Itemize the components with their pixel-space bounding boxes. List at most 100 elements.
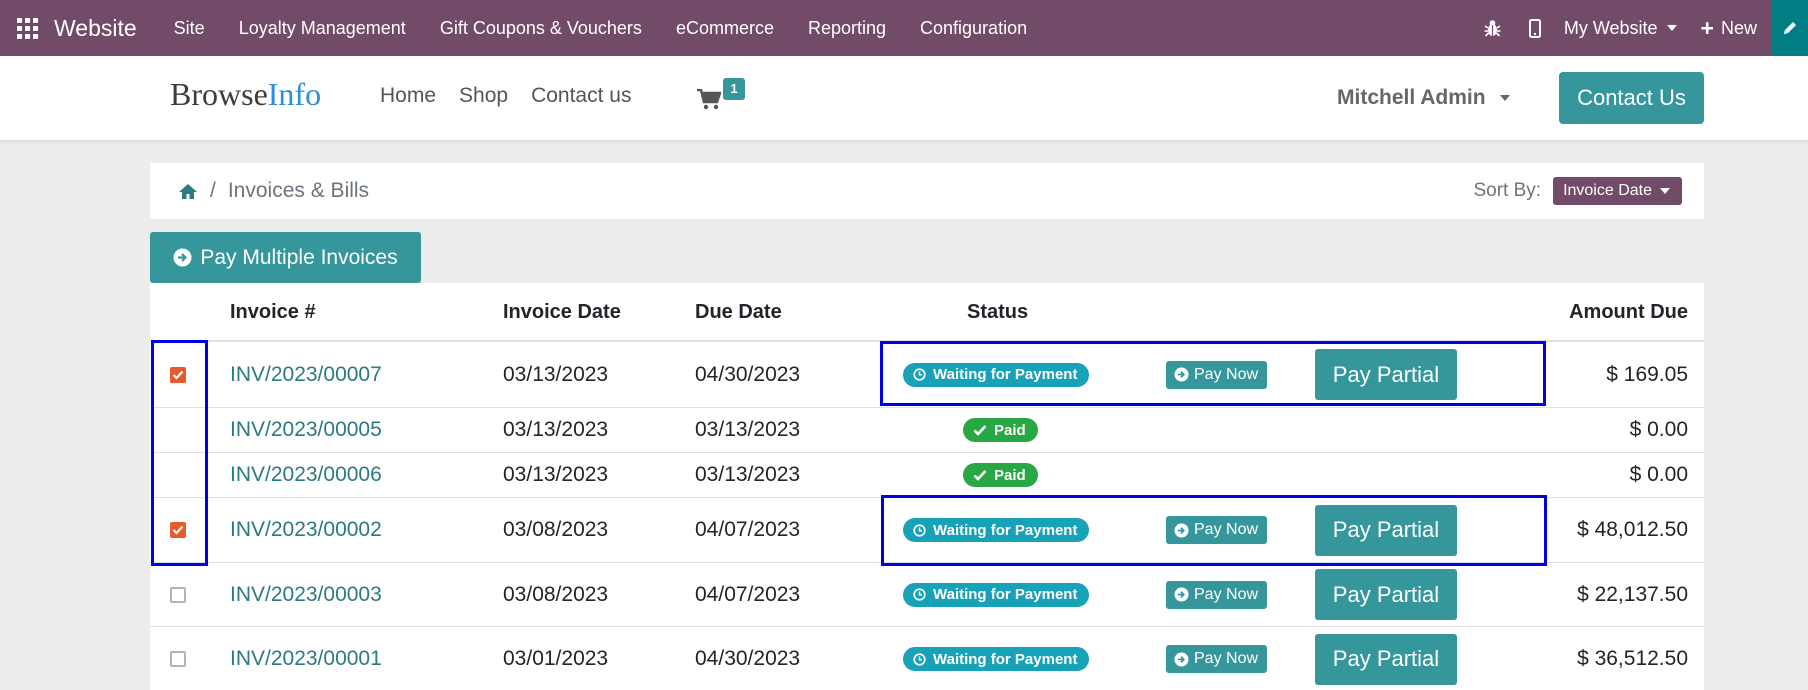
pay-partial-button[interactable]: Pay Partial (1315, 569, 1457, 620)
pay-partial-cell: Pay Partial (1315, 563, 1457, 626)
breadcrumb-current: Invoices & Bills (227, 179, 370, 202)
pay-now-cell: Pay Now (1166, 498, 1268, 562)
pay-now-button[interactable]: Pay Now (1166, 360, 1268, 389)
admin-navbar: Website Site Loyalty Management Gift Cou… (0, 0, 1808, 56)
clock-icon (913, 368, 926, 381)
table-row: INV/2023/00006 03/13/2023 03/13/2023 Paid $ … (150, 453, 1704, 498)
col-header-invoice-date[interactable]: Invoice Date (503, 283, 621, 341)
site-header: BrowseInfo Home Shop Contact us 1 Mitche… (0, 56, 1808, 140)
menu-item-configuration[interactable]: Configuration (903, 0, 1044, 56)
arrow-circle-right-icon (1174, 652, 1189, 667)
invoice-date: 03/13/2023 (503, 362, 609, 386)
row-checkbox[interactable] (170, 586, 186, 603)
col-header-due-date[interactable]: Due Date (695, 283, 782, 341)
due-date: 04/07/2023 (695, 518, 801, 541)
amount-due: $ 36,512.50 (1577, 647, 1688, 670)
col-header-invoice-number[interactable]: Invoice # (230, 283, 316, 341)
new-button[interactable]: + New (1695, 15, 1771, 42)
col-header-status[interactable]: Status (967, 283, 1028, 341)
bug-icon[interactable] (1472, 0, 1514, 56)
chevron-down-icon (1660, 188, 1670, 194)
table-row: INV/2023/00007 03/13/2023 04/30/2023 Waitin… (150, 342, 1704, 408)
admin-bar-right: My Website + New (1472, 0, 1808, 56)
table-row: INV/2023/00002 03/08/2023 04/07/2023 Waitin… (150, 498, 1704, 563)
admin-menu: Site Loyalty Management Gift Coupons & V… (157, 0, 1044, 56)
pay-now-button[interactable]: Pay Now (1166, 645, 1268, 673)
pay-partial-button[interactable]: Pay Partial (1315, 633, 1457, 685)
invoice-date: 03/13/2023 (503, 463, 609, 486)
apps-icon[interactable] (0, 0, 54, 56)
status-badge: Paid (963, 418, 1038, 442)
invoice-number-link[interactable]: INV/2023/00005 (230, 408, 382, 452)
arrow-circle-right-icon (1174, 367, 1189, 382)
contact-us-button[interactable]: Contact Us (1559, 72, 1704, 124)
mobile-icon[interactable] (1514, 0, 1556, 56)
pay-partial-button[interactable]: Pay Partial (1315, 349, 1457, 400)
edit-button[interactable] (1771, 0, 1808, 56)
sort-dropdown[interactable]: Invoice Date (1553, 177, 1682, 205)
col-header-amount-due[interactable]: Amount Due (1569, 283, 1688, 341)
check-icon (973, 424, 987, 436)
nav-contact-us[interactable]: Contact us (531, 84, 631, 108)
invoice-date: 03/13/2023 (503, 418, 609, 441)
breadcrumb: / Invoices & Bills Sort By: Invoice Date (150, 163, 1704, 219)
user-menu[interactable]: Mitchell Admin (1337, 86, 1510, 110)
pay-now-button[interactable]: Pay Now (1166, 580, 1268, 609)
clock-icon (913, 652, 926, 666)
status-badge: Waiting for Payment (903, 362, 1090, 387)
home-icon[interactable] (178, 183, 198, 200)
chevron-down-icon (1666, 25, 1677, 31)
invoice-number-link[interactable]: INV/2023/00003 (230, 563, 382, 626)
arrow-circle-right-icon (1174, 523, 1189, 538)
pay-partial-button[interactable]: Pay Partial (1315, 504, 1457, 556)
amount-due: $ 0.00 (1629, 418, 1688, 441)
user-name: Mitchell Admin (1337, 86, 1486, 109)
row-checkbox-cell (170, 627, 186, 690)
row-checkbox-cell (170, 563, 186, 626)
status-cell: Waiting for Payment (903, 563, 1090, 626)
row-checkbox[interactable] (170, 522, 186, 538)
table-row: INV/2023/00001 03/01/2023 04/30/2023 Waitin… (150, 627, 1704, 690)
pay-now-cell: Pay Now (1166, 563, 1268, 626)
pay-now-cell: Pay Now (1166, 627, 1268, 690)
pay-multiple-invoices-button[interactable]: Pay Multiple Invoices (150, 232, 421, 283)
chevron-down-icon (1499, 95, 1510, 101)
invoice-date: 03/01/2023 (503, 647, 609, 670)
nav-shop[interactable]: Shop (459, 84, 508, 108)
status-badge: Paid (963, 463, 1038, 487)
new-button-label: New (1720, 17, 1757, 38)
status-cell: Waiting for Payment (903, 498, 1090, 562)
status-cell: Paid (963, 453, 1038, 497)
menu-item-ecommerce[interactable]: eCommerce (659, 0, 791, 56)
menu-item-gift-coupons[interactable]: Gift Coupons & Vouchers (423, 0, 659, 56)
nav-home[interactable]: Home (380, 84, 436, 108)
check-icon (973, 469, 987, 481)
invoice-number-link[interactable]: INV/2023/00006 (230, 453, 382, 497)
row-checkbox[interactable] (170, 651, 186, 667)
menu-item-loyalty-management[interactable]: Loyalty Management (222, 0, 423, 56)
status-badge: Waiting for Payment (903, 582, 1090, 607)
due-date: 04/30/2023 (695, 647, 801, 670)
invoice-date: 03/08/2023 (503, 518, 609, 541)
menu-item-reporting[interactable]: Reporting (791, 0, 903, 56)
menu-item-site[interactable]: Site (157, 0, 222, 56)
pay-partial-cell: Pay Partial (1315, 627, 1457, 690)
status-cell: Waiting for Payment (903, 342, 1090, 407)
amount-due: $ 0.00 (1629, 463, 1688, 486)
pay-now-button[interactable]: Pay Now (1166, 516, 1268, 544)
amount-due: $ 169.05 (1606, 362, 1688, 386)
site-logo[interactable]: BrowseInfo (170, 76, 321, 113)
row-checkbox[interactable] (170, 366, 186, 383)
table-row: INV/2023/00005 03/13/2023 03/13/2023 Paid $ … (150, 408, 1704, 453)
amount-due: $ 22,137.50 (1577, 582, 1688, 606)
invoice-number-link[interactable]: INV/2023/00001 (230, 627, 382, 690)
clock-icon (913, 588, 926, 601)
website-selector[interactable]: My Website (1556, 18, 1695, 39)
status-badge: Waiting for Payment (903, 518, 1090, 542)
app-brand[interactable]: Website (54, 15, 137, 42)
sort-value: Invoice Date (1563, 182, 1652, 199)
invoice-number-link[interactable]: INV/2023/00007 (230, 342, 382, 407)
cart-link[interactable]: 1 (697, 78, 747, 114)
invoice-number-link[interactable]: INV/2023/00002 (230, 498, 382, 562)
due-date: 03/13/2023 (695, 463, 801, 486)
